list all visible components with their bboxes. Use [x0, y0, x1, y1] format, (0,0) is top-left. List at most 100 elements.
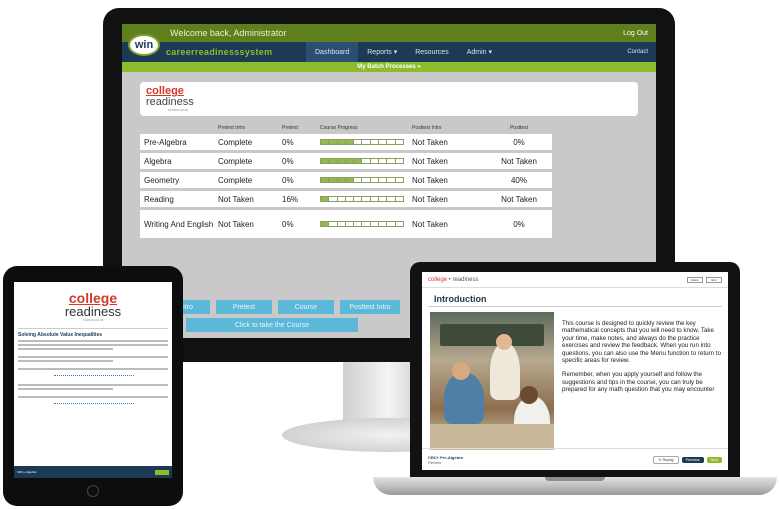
take-course-button[interactable]: Click to take the Course [186, 318, 358, 332]
progress-bar [320, 196, 404, 202]
logo-line-curriculum: CURRICULUM [168, 108, 189, 112]
progress-segment [362, 140, 371, 144]
course-name-cell: Algebra [144, 156, 172, 166]
posttest-intro-button[interactable]: Posttest Intro [340, 300, 400, 314]
text-line [18, 360, 113, 362]
progress-segment [387, 197, 396, 201]
course-title: CRC+ Pre-Algebra [428, 454, 463, 460]
number-line [54, 373, 134, 376]
progress-segment [345, 159, 355, 163]
course-section: Review [428, 459, 442, 465]
tablet-footer: CRC+ Algebra [14, 466, 172, 478]
table-row[interactable]: Geometry Complete 0% Not Taken 40% [140, 172, 552, 188]
nav-reports[interactable]: Reports ▾ [358, 42, 406, 62]
contact-link[interactable]: Contact [627, 49, 648, 55]
chevron-down-icon: ▾ [393, 49, 398, 56]
table-row[interactable]: Reading Not Taken 16% Not Taken Not Taken [140, 191, 552, 207]
progress-segment [345, 222, 355, 226]
table-row[interactable]: Writing And English Not Taken 0% Not Taken 0… [140, 210, 552, 238]
col-pretest: Pretest [282, 125, 298, 131]
progress-segment [345, 140, 355, 144]
pretest-intro-cell: Not Taken [218, 219, 254, 229]
text-line [18, 384, 168, 386]
welcome-text: Welcome back, Administrator [170, 28, 287, 38]
pretest-intro-cell: Complete [218, 175, 253, 185]
progress-bar [320, 221, 404, 227]
laptop-brand-college: college [428, 276, 448, 283]
progress-segment [395, 222, 403, 226]
progress-segment [387, 178, 396, 182]
laptop-screen: college • readiness Menu Exit Introducti… [422, 272, 728, 470]
table-row[interactable]: Algebra Complete 0% Not Taken Not Taken [140, 153, 552, 169]
batch-processes-label: My Batch Processes [357, 64, 416, 70]
tablet-nav-button[interactable] [155, 469, 169, 475]
progress-segment [379, 159, 388, 163]
course-name: CRC+ Pre-Algebra Review [428, 455, 650, 465]
progress-segment [329, 222, 338, 226]
progress-segment [379, 197, 388, 201]
next-button[interactable]: Next [706, 456, 722, 463]
laptop-header: college • readiness Menu Exit [422, 272, 728, 288]
progress-segment [379, 178, 388, 182]
pretest-button[interactable]: Pretest [216, 300, 272, 314]
menu-button[interactable]: Menu [687, 276, 703, 283]
student-head [452, 362, 470, 380]
nav-dashboard[interactable]: Dashboard [306, 42, 359, 62]
brand-name: careerreadinesssystem [166, 47, 273, 57]
win-logo: win [128, 34, 160, 56]
progress-segment [354, 197, 363, 201]
logo-line-college: college [146, 85, 184, 97]
tablet-logo-readiness: readiness [64, 304, 122, 319]
course-progress-cell [320, 196, 412, 202]
pretest-cell: 16% [282, 194, 299, 204]
tablet-lesson-heading: Solving Absolute Value Inequalities [18, 328, 168, 338]
posttest-intro-cell: Not Taken [412, 175, 448, 185]
nav-admin[interactable]: Admin ▾ [458, 42, 501, 62]
batch-processes-link[interactable]: My Batch Processes » [122, 62, 656, 72]
text-line [18, 396, 168, 398]
nav-reports-label: Reports [367, 48, 392, 56]
progress-segment [370, 197, 380, 201]
progress-segment [321, 140, 330, 144]
posttest-intro-cell: Not Taken [412, 219, 448, 229]
progress-segment [387, 140, 396, 144]
college-readiness-banner: college readiness CURRICULUM [140, 82, 638, 116]
number-line [54, 401, 134, 404]
exit-button[interactable]: Exit [706, 276, 722, 283]
progress-segment [321, 178, 330, 182]
progress-segment [370, 222, 380, 226]
course-button[interactable]: Course [278, 300, 334, 314]
course-table: Pretest Intro Pretest Course Progress Po… [140, 122, 552, 238]
progress-segment [395, 178, 403, 182]
progress-segment [370, 159, 380, 163]
logout-link[interactable]: Log Out [623, 30, 648, 37]
col-course-progress: Course Progress [320, 125, 358, 131]
posttest-intro-cell: Not Taken [412, 156, 448, 166]
text-line [18, 340, 168, 342]
previous-button[interactable]: Previous [681, 456, 704, 463]
course-name-cell: Writing And English [144, 219, 214, 229]
home-button[interactable] [87, 485, 99, 497]
pretest-cell: 0% [282, 156, 294, 166]
lesson-paragraph-1: This course is designed to quickly revie… [562, 320, 721, 365]
pretest-intro-cell: Complete [218, 156, 253, 166]
progress-segment [329, 197, 338, 201]
course-progress-cell [320, 139, 412, 145]
course-progress-cell [320, 177, 412, 183]
progress-segment [321, 159, 330, 163]
text-line [18, 388, 113, 390]
course-name-cell: Reading [144, 194, 174, 204]
tablet: college readiness CURRICULUM Solving Abs… [3, 266, 183, 506]
laptop-notch [545, 477, 605, 481]
progress-segment [329, 140, 338, 144]
posttest-cell: 0% [513, 137, 525, 147]
laptop: college • readiness Menu Exit Introducti… [410, 262, 740, 477]
replay-button[interactable]: ↻ Replay [653, 455, 679, 464]
progress-segment [337, 159, 346, 163]
table-row[interactable]: Pre-Algebra Complete 0% Not Taken 0% [140, 134, 552, 150]
progress-segment [370, 178, 380, 182]
nav-resources[interactable]: Resources [406, 42, 457, 62]
teacher-figure [490, 342, 520, 400]
course-progress-cell [320, 221, 412, 227]
logo-line-readiness: readiness [146, 96, 194, 108]
